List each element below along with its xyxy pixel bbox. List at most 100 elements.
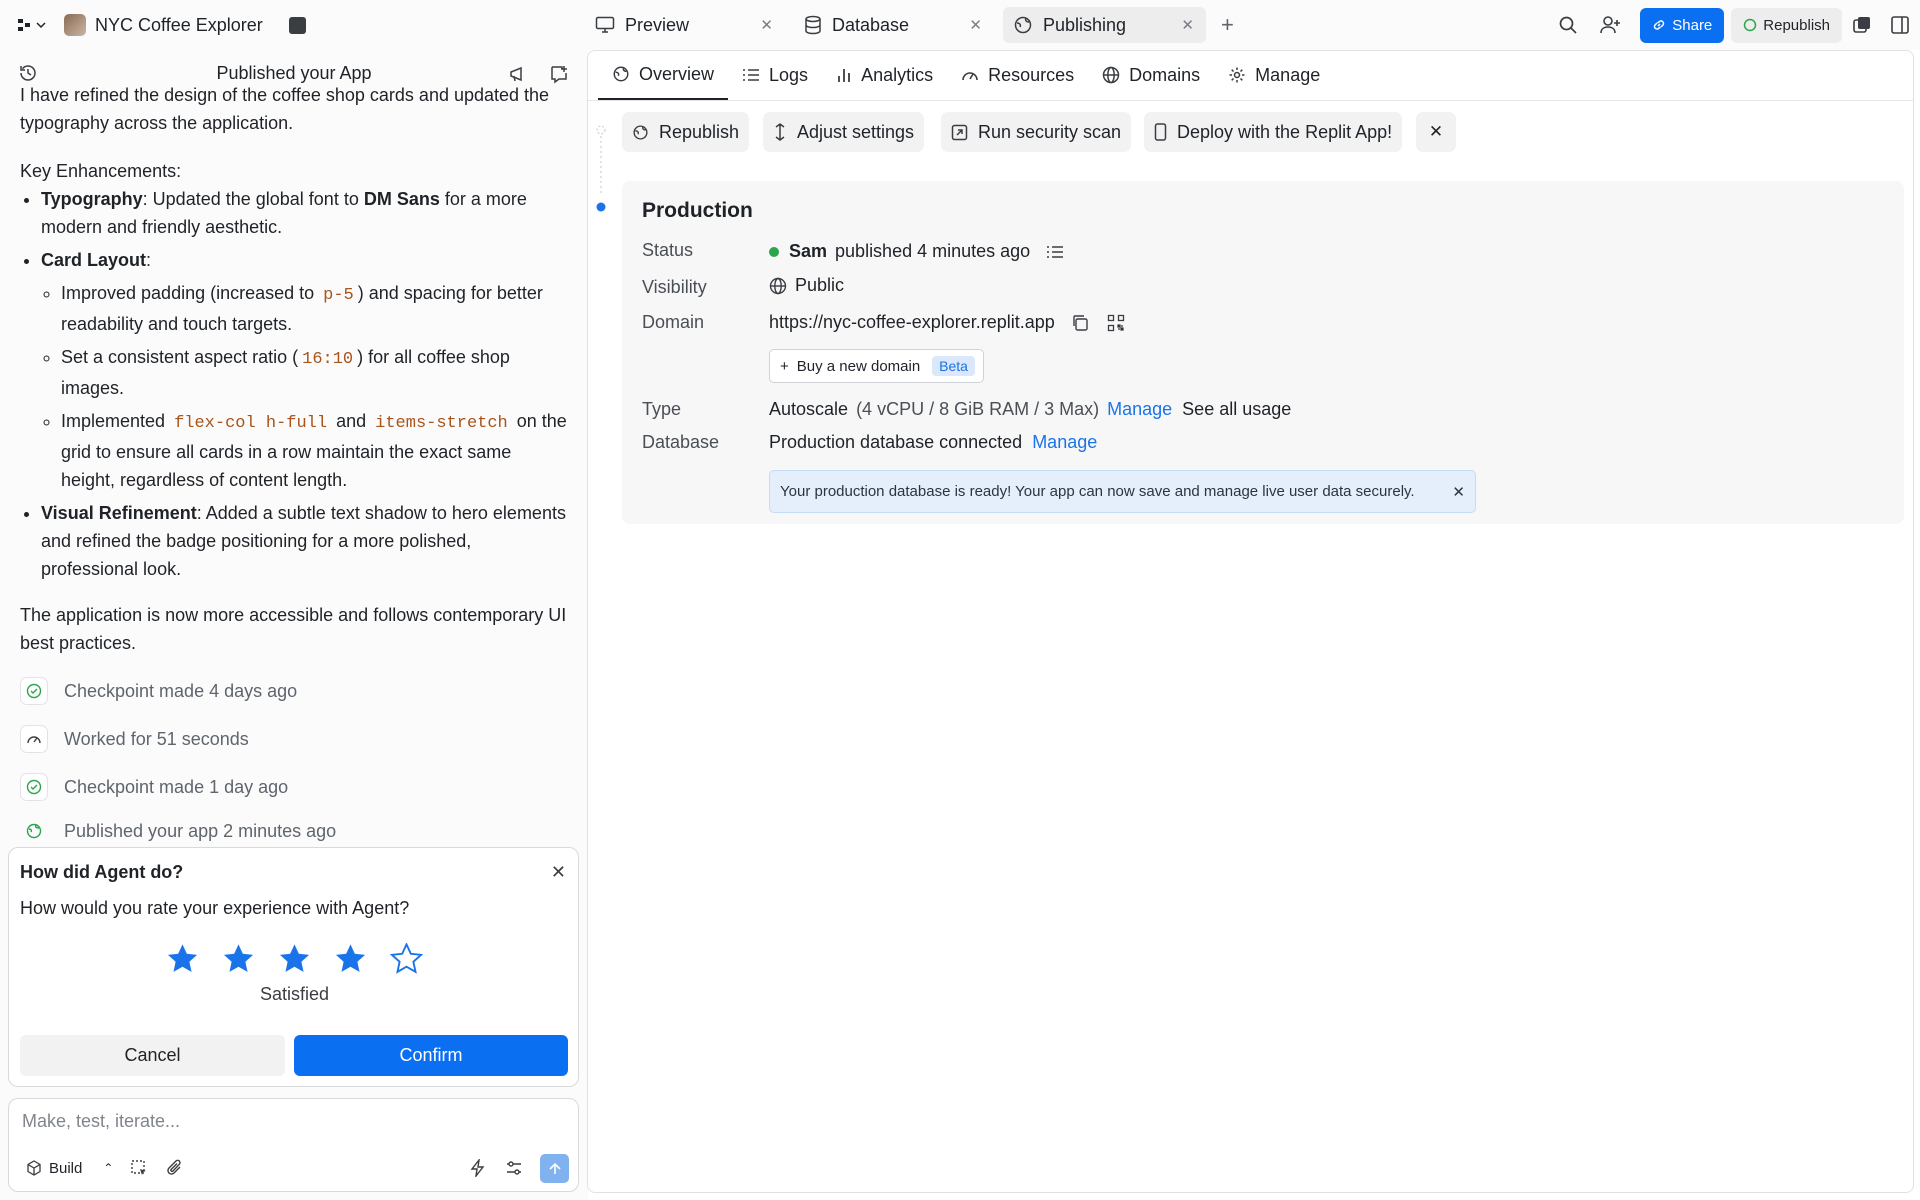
type-label: Type (642, 399, 682, 419)
close-icon[interactable]: ✕ (1181, 16, 1194, 34)
enhancements-list: Typography: Updated the global font to D… (20, 185, 568, 583)
tab-label: Manage (1255, 64, 1321, 85)
buy-domain-button[interactable]: + Buy a new domain Beta (769, 349, 984, 383)
invite-user-icon[interactable] (1600, 15, 1622, 35)
tab-label: Logs (769, 64, 809, 85)
star-icon[interactable] (222, 943, 255, 974)
database-value: Production database connected Manage (769, 432, 1097, 453)
status-value: Sam published 4 minutes ago (769, 241, 1064, 262)
lightning-icon[interactable] (469, 1159, 487, 1177)
star-icon[interactable] (334, 943, 367, 974)
gauge-icon (962, 72, 978, 81)
list-icon[interactable] (1046, 244, 1064, 260)
republish-action[interactable]: Republish (622, 112, 750, 152)
tab-database[interactable]: Database ✕ (794, 7, 994, 43)
new-tab-icon[interactable]: + (1221, 12, 1234, 38)
visibility-text: Public (795, 275, 845, 295)
close-icon[interactable]: ✕ (551, 862, 566, 883)
enhancements-heading: Key Enhancements: (20, 161, 182, 181)
settings-sliders-icon[interactable] (505, 1159, 523, 1177)
tab-label: Resources (988, 64, 1075, 85)
mode-label: Build (49, 1159, 83, 1177)
adjust-settings-action[interactable]: Adjust settings (763, 112, 925, 152)
close-icon[interactable]: ✕ (969, 16, 982, 34)
event-label: Published your app 2 minutes ago (64, 821, 337, 841)
mode-selector[interactable]: Build ⌃ (20, 1154, 119, 1182)
event-published[interactable]: Published your app 2 minutes ago (20, 817, 568, 843)
republish-button[interactable]: Republish (1731, 7, 1842, 43)
tab-domains[interactable]: Domains (1088, 50, 1214, 100)
event-checkpoint[interactable]: Checkpoint made 4 days ago (20, 673, 568, 709)
notifications-icon[interactable] (1852, 15, 1872, 35)
event-checkpoint[interactable]: Checkpoint made 1 day ago (20, 769, 568, 805)
rating-card: How did Agent do? ✕ How would you rate y… (8, 847, 579, 1087)
chat-transcript: I have refined the design of the coffee … (20, 81, 568, 855)
top-bar: NYC Coffee Explorer Preview ✕ Database ✕… (0, 0, 1920, 50)
publishing-icon (633, 124, 648, 140)
plus-icon: + (780, 357, 789, 375)
tab-preview[interactable]: Preview ✕ (585, 7, 785, 43)
security-scan-action[interactable]: Run security scan (941, 112, 1132, 152)
publishing-icon (1744, 18, 1757, 32)
app-avatar-icon (64, 14, 86, 36)
publishing-panel: Overview Logs Analytics Resources Domain… (587, 50, 1914, 1193)
tab-resources[interactable]: Resources (947, 50, 1088, 100)
rating-title: How did Agent do? (20, 862, 184, 882)
close-icon[interactable]: ✕ (1452, 483, 1465, 501)
cube-icon (27, 1160, 41, 1176)
tab-label: Overview (639, 63, 715, 84)
list-item: Typography: Updated the global font to D… (41, 185, 568, 241)
action-label: Republish (659, 121, 740, 142)
share-label: Share (1672, 16, 1713, 34)
close-icon: ✕ (1428, 122, 1444, 141)
see-usage-link[interactable]: See all usage (1182, 399, 1291, 420)
app-name[interactable]: NYC Coffee Explorer (95, 15, 263, 36)
republish-label: Republish (1763, 16, 1830, 34)
type-text: Autoscale (769, 399, 849, 419)
qr-code-icon[interactable] (1107, 314, 1125, 332)
status-label: Status (642, 240, 694, 260)
globe-icon (769, 277, 787, 294)
deploy-mobile-action[interactable]: Deploy with the Replit App! (1144, 112, 1403, 152)
stop-icon[interactable] (288, 16, 306, 34)
action-label: Adjust settings (797, 121, 915, 142)
send-button[interactable] (540, 1154, 569, 1183)
close-icon[interactable]: ✕ (760, 16, 773, 34)
star-empty-icon[interactable] (390, 943, 423, 974)
manage-database-link[interactable]: Manage (1032, 432, 1097, 453)
star-icon[interactable] (166, 943, 199, 974)
tab-logs[interactable]: Logs (728, 50, 822, 100)
workspace-menu-icon[interactable] (17, 16, 47, 34)
buy-domain-label: Buy a new domain (796, 357, 921, 375)
prompt-input[interactable]: Make, test, iterate... (22, 1111, 562, 1132)
select-element-icon[interactable] (130, 1159, 148, 1177)
domain-value: https://nyc-coffee-explorer.replit.app (769, 312, 1125, 333)
database-icon (805, 15, 821, 35)
dismiss-actions-button[interactable]: ✕ (1416, 112, 1456, 152)
sidebar-toggle-icon[interactable] (1890, 15, 1910, 35)
composer: Make, test, iterate... Build ⌃ (8, 1098, 579, 1192)
history-icon[interactable] (18, 63, 38, 83)
type-detail: (4 vCPU / 8 GiB RAM / 3 Max) (856, 399, 1100, 419)
tab-overview[interactable]: Overview (598, 50, 729, 100)
manage-type-link[interactable]: Manage (1107, 399, 1172, 420)
copy-icon[interactable] (1071, 314, 1089, 332)
search-icon[interactable] (1558, 15, 1578, 35)
status-user: Sam (789, 241, 828, 261)
cancel-button[interactable]: Cancel (20, 1035, 285, 1076)
tab-manage[interactable]: Manage (1214, 50, 1334, 100)
attach-icon[interactable] (166, 1159, 184, 1177)
tab-label: Publishing (1043, 14, 1127, 35)
share-button[interactable]: Share (1640, 7, 1725, 43)
domain-label: Domain (642, 312, 705, 332)
tab-analytics[interactable]: Analytics (822, 50, 947, 100)
domain-link[interactable]: https://nyc-coffee-explorer.replit.app (769, 312, 1055, 333)
star-icon[interactable] (278, 943, 311, 974)
link-icon (1654, 20, 1665, 30)
event-label: Worked for 51 seconds (64, 729, 249, 749)
tab-publishing[interactable]: Publishing ✕ (1003, 7, 1206, 43)
database-text: Production database connected (769, 432, 1023, 452)
event-worked[interactable]: Worked for 51 seconds (20, 721, 568, 757)
list-item: Implemented flex-col h-full and items-st… (61, 407, 568, 494)
confirm-button[interactable]: Confirm (294, 1035, 568, 1076)
